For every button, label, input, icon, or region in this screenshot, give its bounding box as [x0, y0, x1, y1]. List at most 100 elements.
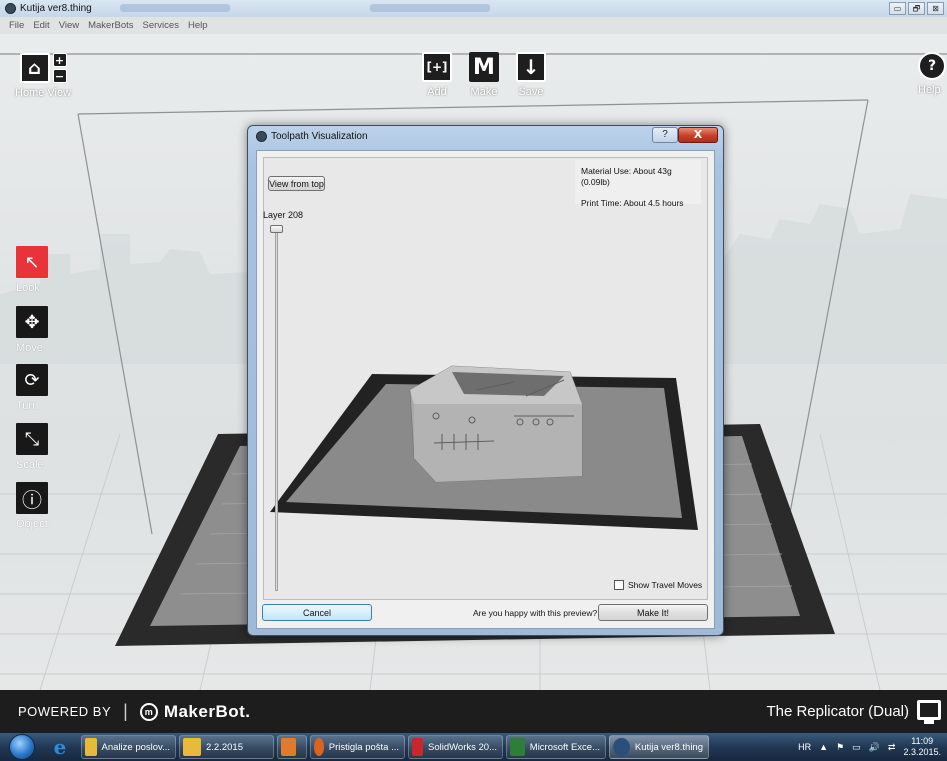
scale-arrow-icon: ⤡: [16, 423, 48, 455]
makerbot-wordmark: MakerBot.: [163, 701, 251, 721]
printer-icon[interactable]: [917, 700, 941, 724]
makerbot-m-icon: M: [469, 52, 499, 82]
dialog-titlebar: Toolpath Visualization: [256, 131, 368, 142]
makerware-app-icon: [5, 3, 16, 14]
start-button-icon[interactable]: [9, 734, 35, 760]
taskbar-item-label: SolidWorks 20...: [428, 741, 497, 753]
print-time-text: Print Time: About 4.5 hours: [581, 198, 684, 208]
status-brand-bar: POWERED BY | m MakerBot. The Replicator …: [0, 690, 947, 733]
turn-tool-button[interactable]: ⟳ Turn: [16, 364, 48, 412]
toolpath-preview-viewport[interactable]: [263, 157, 708, 600]
move-label: Move: [16, 342, 43, 354]
dialog-close-button[interactable]: X: [678, 127, 718, 143]
add-button[interactable]: [+] Add: [422, 52, 452, 98]
home-icon: ⌂: [19, 53, 50, 83]
printer-name[interactable]: The Replicator (Dual): [766, 703, 909, 720]
taskbar-item-excel[interactable]: Microsoft Exce...: [506, 735, 606, 759]
taskbar-item-media[interactable]: [277, 735, 307, 759]
layer-label: Layer 208: [263, 210, 304, 220]
taskbar-item-date-folder[interactable]: 2.2.2015: [179, 735, 274, 759]
view-from-top-button[interactable]: View from top: [268, 176, 325, 191]
firefox-icon: [314, 738, 324, 756]
zoom-out-button[interactable]: −: [52, 69, 67, 83]
move-tool-button[interactable]: ✥ Move: [16, 306, 48, 354]
make-it-button[interactable]: Make It!: [598, 604, 708, 621]
menu-bar: File Edit View MakerBots Services Help: [0, 17, 947, 34]
media-player-icon: [281, 738, 296, 756]
object-tool-button[interactable]: ⓘ Object: [16, 482, 48, 530]
show-travel-moves-label: Show Travel Moves: [628, 580, 703, 590]
scale-tool-button[interactable]: ⤡ Scale: [16, 423, 48, 471]
preview-question-text: Are you happy with this preview?: [473, 608, 598, 618]
flag-icon[interactable]: ⚑: [836, 742, 844, 753]
minimize-button[interactable]: ▭: [889, 2, 906, 15]
cancel-button[interactable]: Cancel: [262, 604, 372, 621]
makerware-app-icon: [256, 131, 267, 142]
save-button[interactable]: ↓ Save: [516, 52, 546, 98]
restore-button[interactable]: 🗗: [908, 2, 925, 15]
taskbar-item-analize[interactable]: Analize poslov...: [81, 735, 176, 759]
taskbar-item-label: 2.2.2015: [206, 741, 243, 753]
print-estimate-box: Material Use: About 43g (0.09lb) Print T…: [575, 160, 701, 208]
home-view-button[interactable]: ⌂ + − Home View: [15, 53, 71, 99]
window-controls: ▭ 🗗 ⊠: [889, 2, 944, 15]
menu-services[interactable]: Services: [143, 20, 179, 31]
taskbar-item-label: Microsoft Exce...: [529, 741, 600, 753]
makerware-icon: [613, 738, 630, 756]
clock-date: 2.3.2015.: [903, 747, 941, 757]
help-label: Help: [918, 84, 941, 96]
zoom-in-button[interactable]: +: [52, 53, 67, 67]
blurred-titlebar-area: [120, 4, 230, 12]
menu-makerbots[interactable]: MakerBots: [88, 20, 133, 31]
makerbot-logo-icon: m: [139, 702, 158, 721]
move-arrows-icon: ✥: [16, 306, 48, 338]
help-icon: ?: [918, 52, 946, 80]
printed-object-cavity: [452, 372, 564, 396]
scale-label: Scale: [16, 459, 44, 471]
home-view-label: Home View: [15, 87, 72, 99]
layer-slider-thumb[interactable]: [270, 225, 283, 233]
menu-view[interactable]: View: [59, 20, 79, 31]
taskbar-item-label: Analize poslov...: [101, 741, 170, 753]
save-label: Save: [518, 86, 544, 98]
windows-taskbar: e Analize poslov... 2.2.2015 Pristigla p…: [0, 733, 947, 761]
sync-icon[interactable]: ⇄: [888, 742, 896, 753]
look-arrow-icon: ↖: [16, 246, 48, 278]
turn-label: Turn: [16, 400, 39, 412]
make-button[interactable]: M Make: [469, 52, 499, 98]
language-indicator[interactable]: HR: [798, 742, 811, 752]
menu-help[interactable]: Help: [188, 20, 208, 31]
window-titlebar: Kutija ver8.thing ▭ 🗗 ⊠: [0, 0, 947, 17]
dialog-help-button[interactable]: ?: [652, 127, 678, 143]
object-label: Object: [16, 518, 48, 530]
volume-icon[interactable]: 🔊: [869, 742, 880, 753]
brand-separator: |: [123, 701, 128, 721]
clock[interactable]: 11:09 2.3.2015.: [903, 736, 941, 758]
show-travel-moves-checkbox[interactable]: [614, 580, 624, 590]
network-icon[interactable]: ▭: [852, 742, 861, 753]
save-download-icon: ↓: [516, 52, 546, 82]
taskbar-item-label: Kutija ver8.thing: [634, 741, 703, 753]
look-label: Look: [16, 282, 40, 294]
clock-time: 11:09: [911, 736, 934, 746]
close-window-button[interactable]: ⊠: [927, 2, 944, 15]
menu-edit[interactable]: Edit: [33, 20, 49, 31]
taskbar-item-solidworks[interactable]: SolidWorks 20...: [408, 735, 503, 759]
internet-explorer-icon[interactable]: e: [49, 735, 71, 759]
system-tray: HR ▲ ⚑ ▭ 🔊 ⇄ 11:09 2.3.2015.: [798, 736, 947, 758]
material-use-text: Material Use: About 43g (0.09lb): [581, 166, 672, 187]
window-title: Kutija ver8.thing: [20, 3, 92, 14]
help-button[interactable]: ? Help: [918, 52, 946, 96]
dialog-title: Toolpath Visualization: [271, 131, 368, 142]
taskbar-item-makerware[interactable]: Kutija ver8.thing: [609, 735, 709, 759]
toolpath-preview-render: [270, 365, 698, 530]
layer-slider-track[interactable]: [275, 228, 278, 591]
taskbar-item-firefox[interactable]: Pristigla pošta ...: [310, 735, 405, 759]
folder-icon: [183, 738, 201, 756]
show-hidden-icons[interactable]: ▲: [819, 742, 828, 752]
blurred-titlebar-area: [370, 4, 490, 12]
look-tool-button[interactable]: ↖ Look: [16, 246, 48, 294]
menu-file[interactable]: File: [9, 20, 24, 31]
rotate-icon: ⟳: [16, 364, 48, 396]
show-travel-moves-option[interactable]: Show Travel Moves: [614, 580, 702, 590]
